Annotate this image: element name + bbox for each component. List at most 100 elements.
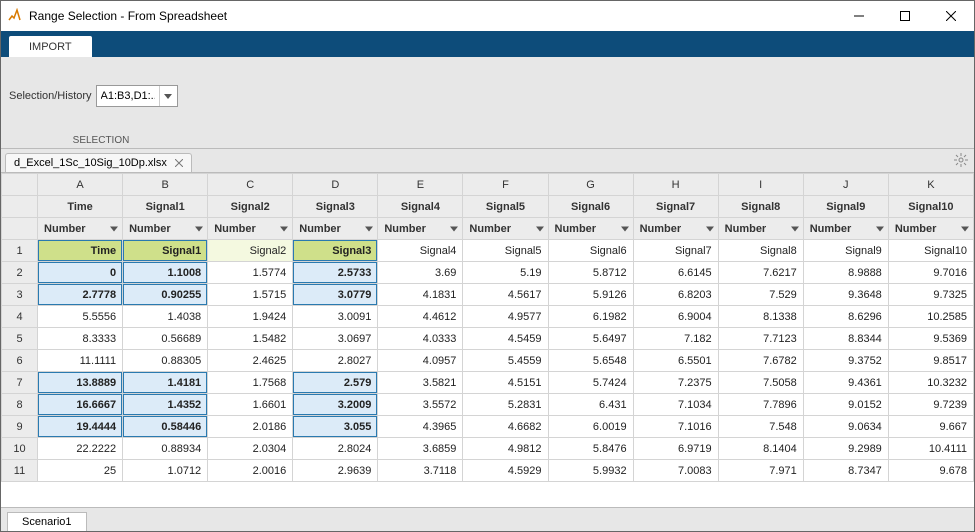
- spreadsheet-grid[interactable]: ABCDEFGHIJKTimeSignal1Signal2Signal3Sign…: [1, 173, 974, 507]
- cell[interactable]: 8.7347: [803, 460, 888, 482]
- cell[interactable]: 0.88305: [123, 350, 208, 372]
- cell[interactable]: Signal4: [378, 240, 463, 262]
- cell[interactable]: 7.971: [718, 460, 803, 482]
- cell[interactable]: 6.6145: [633, 262, 718, 284]
- cell[interactable]: 2.0016: [208, 460, 293, 482]
- cell[interactable]: 3.0779: [293, 284, 378, 306]
- cell[interactable]: 8.1338: [718, 306, 803, 328]
- cell[interactable]: 5.9932: [548, 460, 633, 482]
- cell[interactable]: 10.2585: [888, 306, 973, 328]
- cell[interactable]: 1.6601: [208, 394, 293, 416]
- cell[interactable]: 13.8889: [38, 372, 123, 394]
- maximize-button[interactable]: [882, 1, 928, 31]
- cell[interactable]: 7.0083: [633, 460, 718, 482]
- cell[interactable]: 0: [38, 262, 123, 284]
- cell[interactable]: 4.9577: [463, 306, 548, 328]
- cell[interactable]: 3.0091: [293, 306, 378, 328]
- cell[interactable]: 10.4111: [888, 438, 973, 460]
- cell[interactable]: 10.3232: [888, 372, 973, 394]
- row-header[interactable]: 9: [2, 416, 38, 438]
- cell[interactable]: 1.7568: [208, 372, 293, 394]
- column-header[interactable]: D: [293, 174, 378, 196]
- cell[interactable]: 5.7424: [548, 372, 633, 394]
- cell[interactable]: 8.8344: [803, 328, 888, 350]
- cell[interactable]: 7.6782: [718, 350, 803, 372]
- cell[interactable]: 7.1034: [633, 394, 718, 416]
- selection-history-combo[interactable]: [96, 85, 178, 107]
- cell[interactable]: 25: [38, 460, 123, 482]
- cell[interactable]: 3.6859: [378, 438, 463, 460]
- cell[interactable]: 4.9812: [463, 438, 548, 460]
- cell[interactable]: 5.6548: [548, 350, 633, 372]
- cell[interactable]: 5.5556: [38, 306, 123, 328]
- cell[interactable]: 9.0634: [803, 416, 888, 438]
- column-type-dropdown[interactable]: Number: [38, 218, 123, 240]
- cell[interactable]: 22.2222: [38, 438, 123, 460]
- cell[interactable]: 6.1982: [548, 306, 633, 328]
- column-name-header[interactable]: Signal10: [888, 196, 973, 218]
- file-tab[interactable]: d_Excel_1Sc_10Sig_10Dp.xlsx: [5, 153, 192, 172]
- column-type-dropdown[interactable]: Number: [123, 218, 208, 240]
- column-name-header[interactable]: Signal3: [293, 196, 378, 218]
- row-header[interactable]: 11: [2, 460, 38, 482]
- cell[interactable]: 1.1008: [123, 262, 208, 284]
- column-name-header[interactable]: Signal2: [208, 196, 293, 218]
- cell[interactable]: 5.2831: [463, 394, 548, 416]
- cell[interactable]: 9.3752: [803, 350, 888, 372]
- row-header[interactable]: 4: [2, 306, 38, 328]
- column-type-dropdown[interactable]: Number: [803, 218, 888, 240]
- cell[interactable]: 6.0019: [548, 416, 633, 438]
- cell[interactable]: 2.8024: [293, 438, 378, 460]
- cell[interactable]: 4.1831: [378, 284, 463, 306]
- cell[interactable]: 7.1016: [633, 416, 718, 438]
- cell[interactable]: 9.0152: [803, 394, 888, 416]
- cell[interactable]: 1.4181: [123, 372, 208, 394]
- cell[interactable]: 9.4361: [803, 372, 888, 394]
- cell[interactable]: Time: [38, 240, 123, 262]
- column-name-header[interactable]: Time: [38, 196, 123, 218]
- row-header[interactable]: 6: [2, 350, 38, 372]
- column-type-dropdown[interactable]: Number: [888, 218, 973, 240]
- cell[interactable]: 6.5501: [633, 350, 718, 372]
- cell[interactable]: 1.5774: [208, 262, 293, 284]
- column-type-dropdown[interactable]: Number: [548, 218, 633, 240]
- column-type-dropdown[interactable]: Number: [293, 218, 378, 240]
- tab-import[interactable]: IMPORT: [9, 36, 92, 57]
- cell[interactable]: 1.5482: [208, 328, 293, 350]
- column-type-dropdown[interactable]: Number: [378, 218, 463, 240]
- cell[interactable]: Signal5: [463, 240, 548, 262]
- cell[interactable]: 1.9424: [208, 306, 293, 328]
- cell[interactable]: 9.7016: [888, 262, 973, 284]
- cell[interactable]: 3.5821: [378, 372, 463, 394]
- cell[interactable]: 3.69: [378, 262, 463, 284]
- cell[interactable]: 7.6217: [718, 262, 803, 284]
- column-header[interactable]: G: [548, 174, 633, 196]
- cell[interactable]: 8.6296: [803, 306, 888, 328]
- cell[interactable]: 0.58446: [123, 416, 208, 438]
- cell[interactable]: 4.5459: [463, 328, 548, 350]
- cell[interactable]: 7.7896: [718, 394, 803, 416]
- column-header[interactable]: H: [633, 174, 718, 196]
- cell[interactable]: Signal8: [718, 240, 803, 262]
- cell[interactable]: Signal6: [548, 240, 633, 262]
- column-header[interactable]: A: [38, 174, 123, 196]
- cell[interactable]: 19.4444: [38, 416, 123, 438]
- cell[interactable]: Signal3: [293, 240, 378, 262]
- cell[interactable]: 4.0333: [378, 328, 463, 350]
- cell[interactable]: 9.7325: [888, 284, 973, 306]
- cell[interactable]: 2.0186: [208, 416, 293, 438]
- cell[interactable]: 3.055: [293, 416, 378, 438]
- cell[interactable]: 1.0712: [123, 460, 208, 482]
- cell[interactable]: Signal7: [633, 240, 718, 262]
- row-header[interactable]: 3: [2, 284, 38, 306]
- column-type-dropdown[interactable]: Number: [208, 218, 293, 240]
- cell[interactable]: 8.9888: [803, 262, 888, 284]
- column-header[interactable]: B: [123, 174, 208, 196]
- cell[interactable]: 4.6682: [463, 416, 548, 438]
- cell[interactable]: 9.5369: [888, 328, 973, 350]
- cell[interactable]: 9.8517: [888, 350, 973, 372]
- cell[interactable]: 7.2375: [633, 372, 718, 394]
- cell[interactable]: Signal2: [208, 240, 293, 262]
- column-header[interactable]: E: [378, 174, 463, 196]
- column-name-header[interactable]: Signal1: [123, 196, 208, 218]
